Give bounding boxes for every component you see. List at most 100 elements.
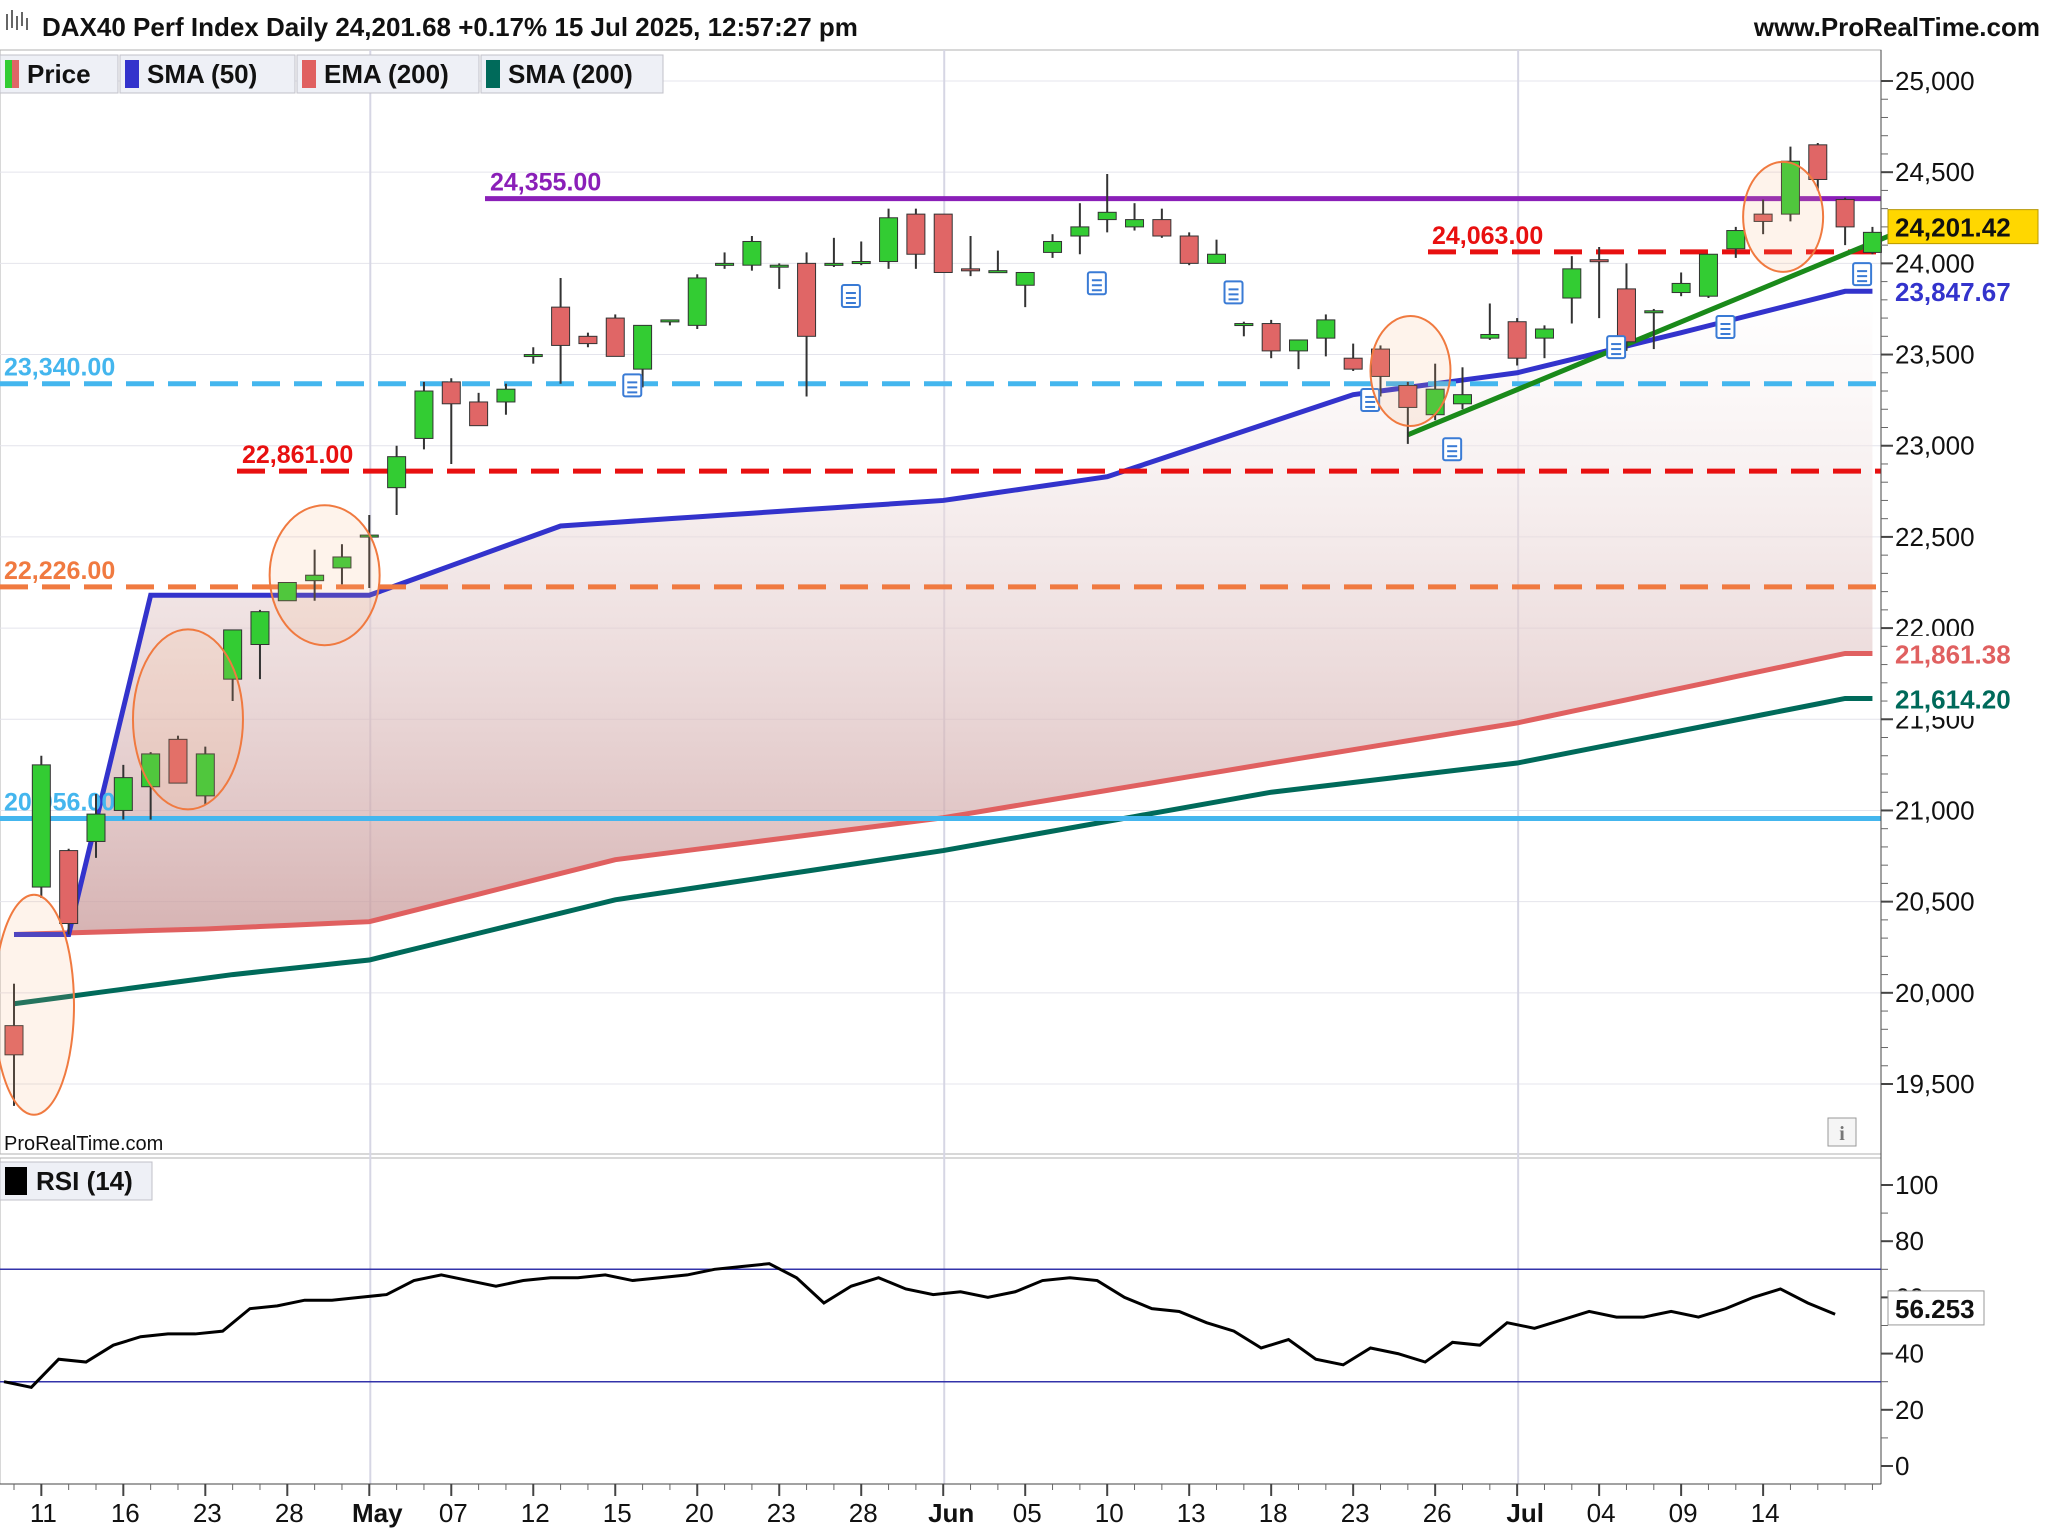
candle-down — [1808, 144, 1828, 180]
y-tick-label: 23,500 — [1895, 340, 1975, 370]
legend-item-sma-200-[interactable]: SMA (200) — [480, 54, 664, 94]
news-note-icon[interactable] — [1223, 280, 1244, 305]
legend-item-price[interactable]: Price — [0, 54, 119, 94]
x-tick-label: Jul — [1506, 1498, 1544, 1528]
news-note-icon[interactable] — [1715, 315, 1736, 340]
candle-up — [687, 277, 707, 326]
candle-down — [1835, 199, 1855, 228]
highlight-circle — [1369, 314, 1452, 427]
candle-down — [59, 850, 79, 925]
candle-up — [1480, 333, 1500, 339]
price-badge-label: 21,614.20 — [1895, 684, 2011, 714]
chart-title: DAX40 Perf Index Daily 24,201.68 +0.17% … — [42, 12, 858, 42]
x-tick-label: 23 — [767, 1498, 796, 1528]
candle-down — [551, 306, 571, 346]
candle-up — [1289, 339, 1309, 352]
x-tick-label: 09 — [1669, 1498, 1698, 1528]
chart-canvas: DAX40 Perf Index Daily 24,201.68 +0.17% … — [0, 10, 2040, 1528]
x-tick-label: 26 — [1423, 1498, 1452, 1528]
x-tick-label: 15 — [603, 1498, 632, 1528]
legend-item-rsi[interactable]: RSI (14) — [0, 1161, 153, 1201]
candle-up — [1698, 253, 1718, 297]
legend-item-sma-50-[interactable]: SMA (50) — [119, 54, 296, 94]
candle-down — [1589, 259, 1609, 263]
x-axis: 11 16 23 28 May 07 12 15 20 23 28 Jun 05 10 13 18 23 26 Ju… — [0, 1483, 1881, 1528]
x-tick-label: 10 — [1095, 1498, 1124, 1528]
y-tick-label: 23,000 — [1895, 431, 1975, 461]
candle-up — [1726, 230, 1746, 250]
candle-down — [797, 262, 817, 337]
candle-up — [86, 813, 106, 842]
info-icon[interactable]: i — [1827, 1117, 1857, 1147]
candle-down — [1179, 235, 1199, 264]
rsi-y-tick-label: 40 — [1895, 1339, 1924, 1369]
candle-up — [523, 354, 543, 358]
legend-label: SMA (200) — [508, 59, 633, 89]
header: DAX40 Perf Index Daily 24,201.68 +0.17% … — [6, 10, 2040, 42]
candle-down — [1616, 288, 1636, 343]
candle-up — [742, 240, 762, 266]
x-tick-label: 16 — [111, 1498, 140, 1528]
watermark: ProRealTime.com — [4, 1133, 163, 1155]
candle-up — [1671, 282, 1691, 294]
x-tick-label: 23 — [1341, 1498, 1370, 1528]
x-tick-label: 28 — [275, 1498, 304, 1528]
level-22861-label: 22,861.00 — [242, 441, 353, 469]
candle-up — [31, 764, 51, 888]
candle-up — [1534, 328, 1554, 339]
candle-up — [660, 319, 680, 323]
y-tick-label: 20,000 — [1895, 978, 1975, 1008]
app-logo-icon — [6, 10, 28, 30]
rsi-y-tick-label: 0 — [1895, 1451, 1909, 1481]
news-note-icon[interactable] — [1442, 437, 1463, 462]
highlight-circle — [0, 893, 75, 1116]
candle-up — [414, 390, 434, 439]
rsi-line — [3, 1262, 1836, 1389]
rsi-badge-label: 56.253 — [1895, 1294, 1975, 1324]
legend-item-ema-200-[interactable]: EMA (200) — [296, 54, 480, 94]
candle-up — [1070, 226, 1090, 237]
candle-up — [879, 217, 899, 263]
candle-up — [1234, 323, 1254, 327]
candle-down — [906, 213, 926, 255]
legend-label: SMA (50) — [147, 59, 257, 89]
brand-link[interactable]: www.ProRealTime.com — [1753, 12, 2040, 42]
rsi-panel — [0, 1157, 1882, 1485]
price-swatch-icon — [5, 60, 12, 88]
candle-down — [1507, 321, 1527, 359]
candle-down — [1343, 357, 1363, 370]
y-tick-label: 25,000 — [1895, 66, 1975, 96]
legend-label: Price — [27, 59, 91, 89]
x-tick-label: 07 — [439, 1498, 468, 1528]
candle-up — [1862, 231, 1882, 253]
x-tick-label: 23 — [193, 1498, 222, 1528]
news-note-icon[interactable] — [1852, 262, 1873, 287]
rsi-y-tick-label: 80 — [1895, 1226, 1924, 1256]
level-20956-label: 20,956.00 — [4, 788, 115, 816]
candle-up — [851, 261, 871, 265]
news-note-icon[interactable] — [622, 373, 643, 398]
candle-down — [1152, 219, 1172, 237]
sma200-swatch-icon — [486, 60, 500, 88]
candle-up — [1644, 310, 1664, 314]
x-tick-label: 04 — [1587, 1498, 1616, 1528]
x-tick-label: Jun — [928, 1498, 974, 1528]
candle-down — [469, 401, 489, 427]
news-note-icon[interactable] — [1086, 271, 1107, 296]
news-note-icon[interactable] — [840, 284, 861, 309]
candle-up — [1316, 319, 1336, 339]
candle-up — [1125, 219, 1145, 228]
legend-label: EMA (200) — [324, 59, 449, 89]
candle-down — [1261, 323, 1281, 352]
candle-up — [824, 262, 844, 266]
y-tick-label: 19,500 — [1895, 1069, 1975, 1099]
level-24063-label: 24,063.00 — [1432, 222, 1543, 250]
level-22226-label: 22,226.00 — [4, 557, 115, 585]
candle-down — [933, 213, 953, 273]
sma50-swatch-icon — [125, 60, 139, 88]
rsi-y-tick-label: 100 — [1895, 1170, 1938, 1200]
candle-down — [578, 335, 598, 345]
y-axis: 25,00024,50024,00023,50023,00022,50022,0… — [1880, 50, 2039, 1484]
rsi-swatch-icon — [5, 1167, 27, 1195]
news-note-icon[interactable] — [1606, 335, 1627, 360]
